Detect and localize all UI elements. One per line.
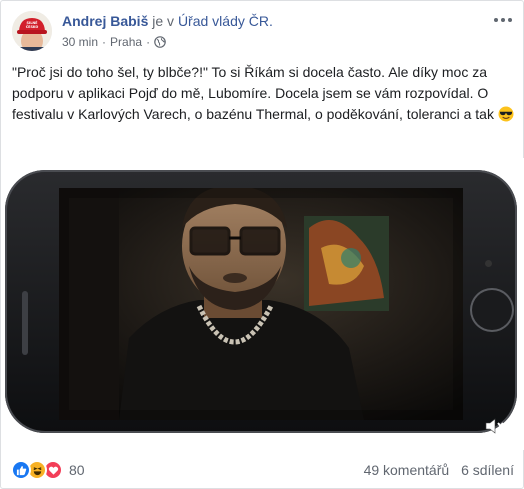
like-reaction-icon [11,460,31,480]
video-frame[interactable] [59,188,463,420]
svg-text:ČESKO: ČESKO [26,24,39,29]
video-player[interactable] [1,158,524,450]
post-text: "Proč jsi do toho šel, ty blbče?!" To si… [12,62,517,125]
phone-home-button [472,290,512,330]
author-name[interactable]: Andrej Babiš [62,13,148,29]
post-text-body: "Proč jsi do toho šel, ty blbče?!" To si… [12,64,494,122]
phone-camera [485,260,492,267]
post-footer: 80 49 komentářů 6 sdílení [1,456,524,486]
meta-separator-2: · [146,35,151,49]
post-time[interactable]: 30 min [62,34,98,50]
post-place[interactable]: Praha [110,34,142,50]
engagement-stats: 49 komentářů 6 sdílení [364,462,514,478]
more-options-icon[interactable] [493,13,513,27]
sunglasses-emoji [498,106,514,122]
reactions-summary[interactable]: 80 [11,460,85,480]
facebook-post: SILNÉ ČESKO Andrej Babiš je v Úřad vlády… [0,0,524,489]
phone-speaker [22,291,28,355]
comments-count[interactable]: 49 komentářů [364,462,450,478]
globe-icon[interactable] [154,36,166,48]
post-meta: 30 min · Praha · [62,34,166,50]
sound-icon[interactable] [483,415,505,437]
location-link[interactable]: Úřad vlády ČR. [178,13,273,29]
meta-separator: · [102,35,107,49]
author-line: Andrej Babiš je v Úřad vlády ČR. [62,12,273,30]
reactions-count[interactable]: 80 [69,462,85,478]
author-avatar[interactable]: SILNÉ ČESKO [12,11,52,51]
location-prefix: je v [152,13,175,29]
shares-count[interactable]: 6 sdílení [461,462,514,478]
